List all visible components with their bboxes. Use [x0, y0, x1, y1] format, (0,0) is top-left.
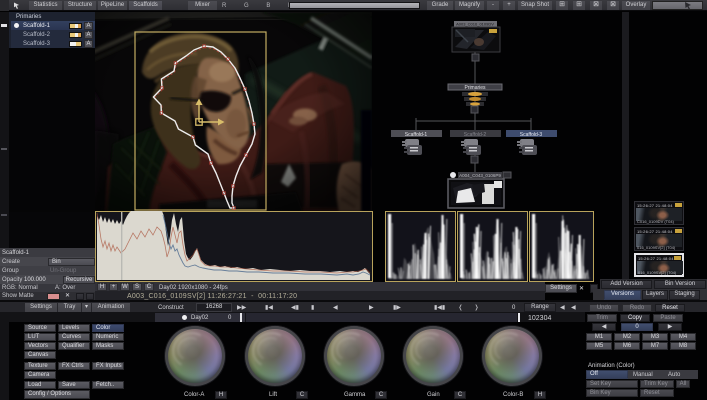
- svg-text:A003_C016_0109DV: A003_C016_0109DV: [456, 22, 494, 27]
- svg-text:A004_C043_0106P9: A004_C043_0106P9: [459, 173, 501, 178]
- svg-text:Scaffold-3: Scaffold-3: [520, 132, 543, 138]
- svg-text:Scaffold-2: Scaffold-2: [464, 132, 487, 138]
- svg-text:Primaries: Primaries: [464, 85, 486, 91]
- svg-text:Scaffold-1: Scaffold-1: [405, 132, 428, 138]
